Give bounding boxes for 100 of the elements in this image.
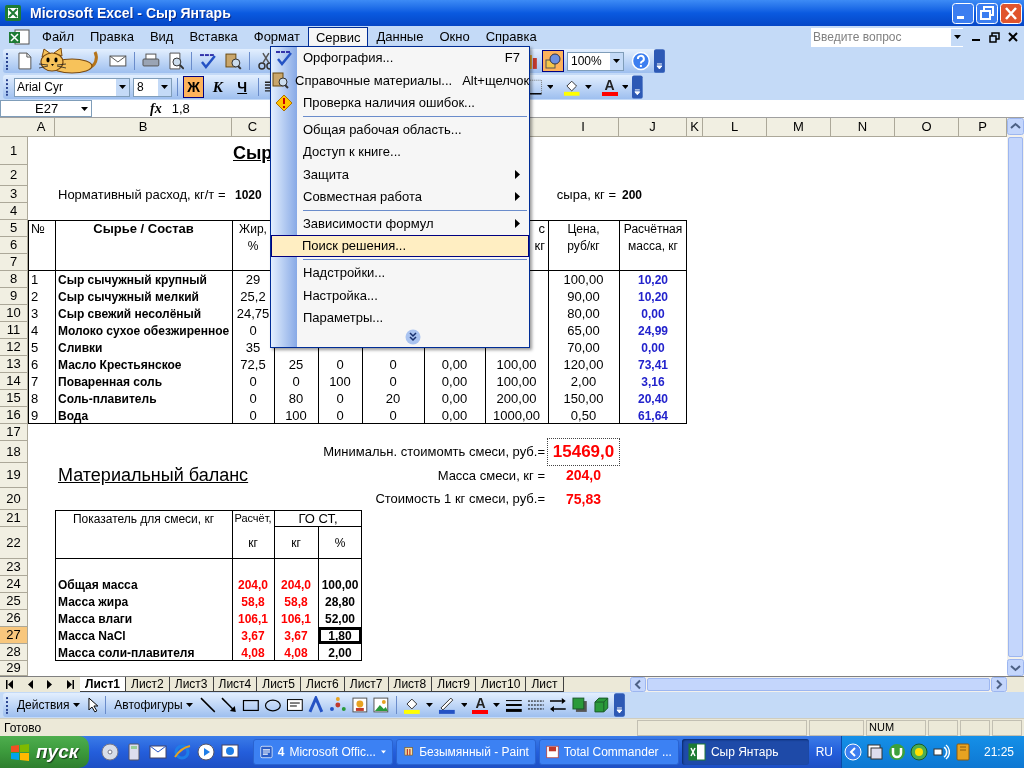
zoom-dropdown[interactable]: 100% (566, 51, 625, 71)
caret-icon[interactable] (493, 703, 501, 707)
sheet-tab[interactable]: Лист2 (126, 677, 170, 692)
bold-button[interactable]: Ж (182, 76, 205, 98)
diagram-icon[interactable] (329, 696, 347, 714)
menu-bar-item[interactable]: Правка (81, 26, 142, 48)
row-header[interactable]: 12 (0, 339, 28, 356)
arrow-icon[interactable] (220, 696, 239, 714)
row-header[interactable]: 21 (0, 510, 28, 527)
sheet-tab[interactable]: Лист4 (213, 677, 258, 692)
restore-icon[interactable] (989, 31, 1000, 43)
caret-icon[interactable] (953, 35, 961, 39)
wordart-icon[interactable] (307, 696, 325, 714)
font-dropdown[interactable]: Arial Cyr (13, 77, 131, 97)
autoshapes-menu[interactable]: Автофигуры (112, 696, 195, 714)
expand-chevron-icon[interactable] (405, 328, 421, 345)
caret-icon[interactable] (425, 703, 433, 707)
fill-color-icon[interactable] (563, 78, 581, 96)
menu-item[interactable]: Защита (297, 163, 529, 186)
row-header[interactable]: 16 (0, 407, 28, 424)
taskbar-button[interactable]: Безымянный - Paint (395, 739, 536, 765)
toolbar-options-icon[interactable] (654, 49, 665, 73)
scroll-down-icon[interactable] (1007, 659, 1024, 676)
3d-cube-icon[interactable] (592, 696, 611, 714)
function-button[interactable]: fx (150, 98, 162, 119)
close-icon[interactable] (1008, 32, 1018, 42)
menu-bar-item[interactable]: Файл (34, 26, 82, 48)
line-color-icon[interactable] (437, 696, 456, 714)
italic-button[interactable]: К (207, 76, 229, 98)
media-disc-icon[interactable] (100, 743, 119, 761)
pointer-icon[interactable] (85, 697, 100, 713)
tray-expand-icon[interactable] (843, 743, 862, 761)
row-header[interactable]: 28 (0, 644, 28, 661)
row-header[interactable]: 3 (0, 186, 28, 203)
menu-bar-item[interactable]: Окно (431, 26, 478, 48)
sheet-tab[interactable]: Лист10 (476, 677, 527, 692)
sheet-tab[interactable]: Лист9 (432, 677, 477, 692)
row-header[interactable]: 11 (0, 322, 28, 339)
menu-item[interactable]: Проверка наличия ошибок... (297, 91, 529, 114)
envelope-icon[interactable] (109, 52, 127, 70)
scroll-thumb[interactable] (1008, 137, 1023, 657)
row-header[interactable]: 9 (0, 288, 28, 305)
caret-icon[interactable] (584, 85, 592, 89)
caret-icon[interactable] (546, 85, 554, 89)
sheet-tab[interactable]: Лист (526, 677, 564, 692)
spelling-check-icon[interactable] (199, 52, 218, 70)
arrow-style-icon[interactable] (548, 696, 567, 714)
formula-field[interactable]: 1,8 (171, 98, 190, 119)
menu-bar-item[interactable]: Вставка (181, 26, 246, 48)
caret-icon[interactable] (119, 85, 127, 89)
menu-item[interactable]: Общая рабочая область... (297, 118, 529, 141)
shadow-icon[interactable] (570, 696, 589, 714)
previous-sheet-icon[interactable] (26, 680, 34, 689)
caret-icon[interactable] (460, 703, 468, 707)
print-preview-icon[interactable] (166, 52, 185, 70)
sheet-tab[interactable]: Лист7 (344, 677, 389, 692)
sheet-tab[interactable]: Лист3 (169, 677, 214, 692)
excel-document-icon[interactable] (8, 28, 32, 46)
menu-item[interactable]: Доступ к книге... (297, 140, 529, 164)
drawing-toggle[interactable] (542, 50, 564, 72)
media-player-icon[interactable] (196, 743, 215, 761)
menu-bar-item[interactable]: Справка (477, 26, 545, 48)
menu-bar-item[interactable]: Вид (141, 26, 182, 48)
caret-icon[interactable] (160, 85, 168, 89)
caret-icon[interactable] (613, 59, 621, 63)
toolbar-grip[interactable] (6, 52, 9, 70)
menu-item[interactable]: Параметры... (297, 306, 529, 329)
toolbar-options-icon[interactable] (632, 75, 643, 99)
picture-icon[interactable] (372, 696, 391, 714)
oval-icon[interactable] (263, 696, 282, 714)
sheet-tab[interactable]: Лист5 (257, 677, 302, 692)
menu-item[interactable]: Поиск решения... (271, 234, 529, 258)
help-search-field[interactable]: Введите вопрос (811, 27, 963, 47)
row-header[interactable]: 13 (0, 356, 28, 373)
caret-icon[interactable] (81, 106, 88, 111)
borders-icon[interactable] (527, 79, 543, 95)
scroll-left-icon[interactable] (630, 677, 646, 692)
scroll-right-icon[interactable] (991, 677, 1007, 692)
menu-item[interactable]: Справочные материалы... Alt+щелчок (289, 69, 539, 92)
menu-bar-item[interactable]: Сервис (307, 26, 369, 48)
first-sheet-icon[interactable] (6, 680, 14, 689)
toolbar-grip[interactable] (6, 78, 9, 96)
caret-icon[interactable] (621, 85, 629, 89)
font-size-dropdown[interactable]: 8 (133, 77, 172, 97)
internet-explorer-icon[interactable] (172, 743, 191, 761)
actions-menu[interactable]: Действия (14, 696, 82, 714)
taskbar-button[interactable]: Сыр Янтарь (681, 739, 809, 765)
menu-item[interactable]: Настройка... (297, 284, 529, 307)
fill-color-icon[interactable] (403, 696, 421, 714)
row-header[interactable]: 26 (0, 610, 28, 627)
sheet-tab[interactable]: Лист8 (388, 677, 433, 692)
text-box-icon[interactable] (285, 696, 304, 714)
last-sheet-icon[interactable] (66, 680, 74, 689)
font-color-button[interactable]: A (472, 696, 489, 714)
clip-art-icon[interactable] (350, 696, 369, 714)
row-header[interactable]: 6 (0, 237, 28, 254)
row-header[interactable]: 10 (0, 305, 28, 322)
menu-item[interactable]: Совместная работа (297, 185, 529, 208)
envelope-icon[interactable] (148, 743, 167, 761)
print-icon[interactable] (141, 52, 160, 70)
